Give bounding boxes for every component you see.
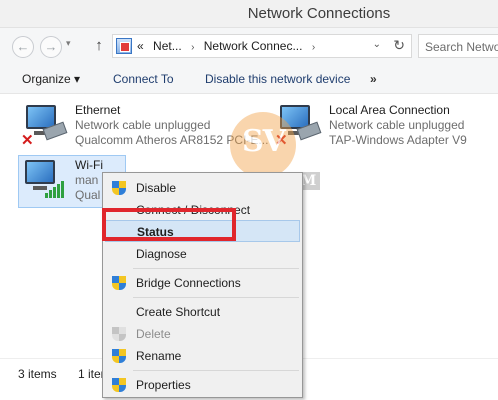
uac-shield-icon [112,349,126,364]
refresh-icon[interactable]: ↻ [393,37,405,54]
menu-item-label: Diagnose [136,247,187,261]
address-bar[interactable]: « Net... › Network Connec... › ⌄ ↻ [112,34,412,58]
menu-separator [133,268,299,269]
menu-separator [133,297,299,298]
command-bar: Organize ▾ Connect To Disable this netwo… [0,64,498,94]
breadcrumb: « Net... › Network Connec... › [137,39,321,53]
connection-name: Ethernet [75,103,121,117]
connection-name: Wi-Fi [75,158,103,172]
connection-status: Network cable unplugged [75,118,211,132]
connection-device: Qual [75,188,101,202]
search-input[interactable]: Search Netwo [418,34,498,58]
connection-name: Local Area Connection [329,103,450,117]
menu-separator [133,370,299,371]
up-button[interactable]: ↑ [90,36,108,56]
more-commands-icon[interactable]: » [370,72,377,86]
uac-shield-icon [112,276,126,291]
control-panel-icon [116,38,132,54]
menu-item-delete: Delete [105,323,300,345]
selected-count: 1 item selected [78,367,102,381]
menu-item-disable[interactable]: Disable [105,177,300,199]
menu-item-rename[interactable]: Rename [105,345,300,367]
menu-item-label: Create Shortcut [136,305,221,319]
connect-to-button[interactable]: Connect To [113,72,174,86]
address-dropdown-icon[interactable]: ⌄ [373,39,381,50]
forward-button[interactable]: → [40,36,62,58]
breadcrumb-network[interactable]: Net... [153,39,182,53]
navigation-bar: ← → ▾ ↑ « Net... › Network Connec... › ⌄… [0,28,498,64]
menu-item-create-shortcut[interactable]: Create Shortcut [105,301,300,323]
ethernet-disconnected-icon: ✕ [20,103,68,149]
uac-shield-icon [112,181,126,196]
menu-item-diagnose[interactable]: Diagnose [105,243,300,265]
disable-device-button[interactable]: Disable this network device [205,72,350,86]
watermark-top-text: SV [242,124,286,159]
item-count: 3 items [18,367,57,381]
connection-status: Network cable unplugged [329,118,465,132]
context-menu: Disable Connect / Disconnect Status Diag… [102,172,303,398]
connection-device: TAP-Windows Adapter V9 [329,133,467,147]
back-button[interactable]: ← [12,36,34,58]
uac-shield-icon [112,327,126,342]
menu-item-label: Properties [136,378,191,392]
breadcrumb-network-connections[interactable]: Network Connec... [204,39,303,53]
breadcrumb-separator-icon[interactable]: › [191,42,194,53]
uac-shield-icon [112,378,126,393]
wifi-signal-icon [21,158,69,202]
menu-item-label: Disable [136,181,177,195]
menu-item-label: Delete [136,327,171,341]
window-title: Network Connections [247,5,391,22]
organize-button[interactable]: Organize ▾ [22,72,80,86]
connection-status: man [75,173,99,187]
highlight-box [102,208,236,241]
menu-item-properties[interactable]: Properties [105,374,300,396]
menu-item-bridge-connections[interactable]: Bridge Connections [105,272,300,294]
menu-item-label: Rename [136,349,182,363]
title-bar: Network Connections [0,0,498,28]
breadcrumb-prefix[interactable]: « [137,39,144,53]
recent-locations-chevron-icon[interactable]: ▾ [66,38,71,49]
breadcrumb-separator-icon[interactable]: › [312,42,315,53]
menu-item-label: Bridge Connections [136,276,241,290]
search-placeholder: Search Netwo [425,40,498,54]
